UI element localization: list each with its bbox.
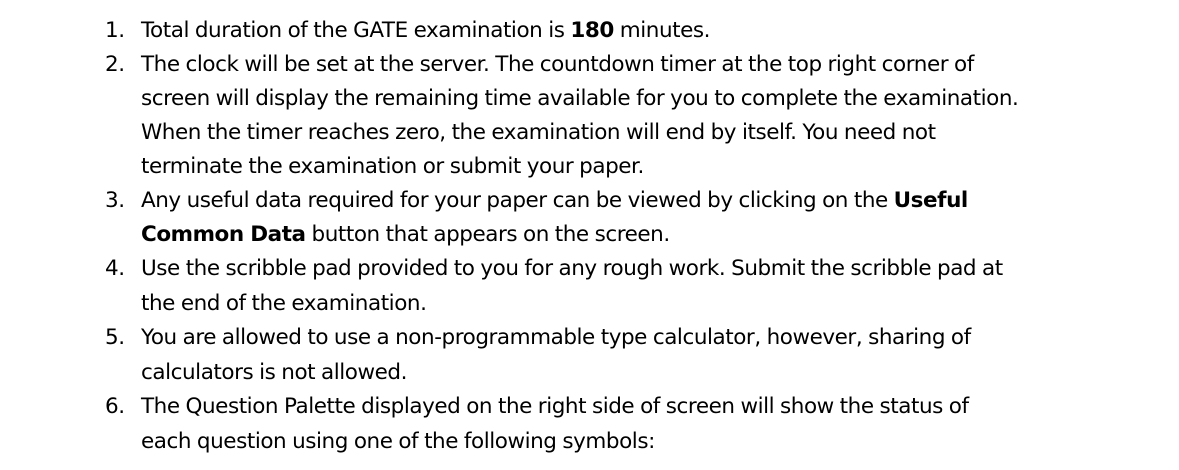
instruction-item-5: 5. You are allowed to use a non-programm…	[0, 321, 1179, 390]
instruction-line: Use the scribble pad provided to you for…	[141, 256, 1003, 281]
instruction-line: The clock will be set at the server. The…	[141, 52, 974, 77]
instruction-item-4: 4. Use the scribble pad provided to you …	[0, 252, 1179, 321]
instruction-number: 6.	[105, 394, 125, 419]
instruction-line: the end of the examination.	[141, 290, 427, 316]
instruction-list: 1. Total duration of the GATE examinatio…	[0, 14, 1179, 459]
instruction-line: The Question Palette displayed on the ri…	[141, 394, 969, 419]
useful-common-data-label: Useful	[893, 188, 969, 213]
instruction-item-3: 3. Any useful data required for your pap…	[0, 184, 1179, 252]
instruction-line: Common Data button that appears on the s…	[141, 222, 670, 247]
instruction-line: You are allowed to use a non-programmabl…	[141, 325, 971, 350]
instruction-item-6: 6. The Question Palette displayed on the…	[0, 390, 1179, 459]
instruction-line: screen will display the remaining time a…	[141, 86, 1019, 111]
instruction-line: Any useful data required for your paper …	[141, 188, 969, 213]
instruction-number: 3.	[105, 188, 125, 213]
instruction-line: each question using one of the following…	[141, 428, 655, 454]
instruction-number: 5.	[105, 325, 125, 350]
instruction-line: When the timer reaches zero, the examina…	[141, 120, 936, 145]
instruction-item-1: 1. Total duration of the GATE examinatio…	[0, 14, 1179, 48]
duration-value: 180	[570, 18, 614, 43]
instruction-line: terminate the examination or submit your…	[141, 154, 644, 179]
instruction-number: 1.	[105, 18, 125, 43]
instruction-number: 2.	[105, 52, 125, 77]
instruction-line: Total duration of the GATE examination i…	[141, 18, 711, 43]
instruction-number: 4.	[105, 256, 125, 281]
instruction-item-2: 2. The clock will be set at the server. …	[0, 48, 1179, 184]
instruction-line: calculators is not allowed.	[141, 359, 407, 385]
useful-common-data-label: Common Data	[141, 222, 306, 247]
